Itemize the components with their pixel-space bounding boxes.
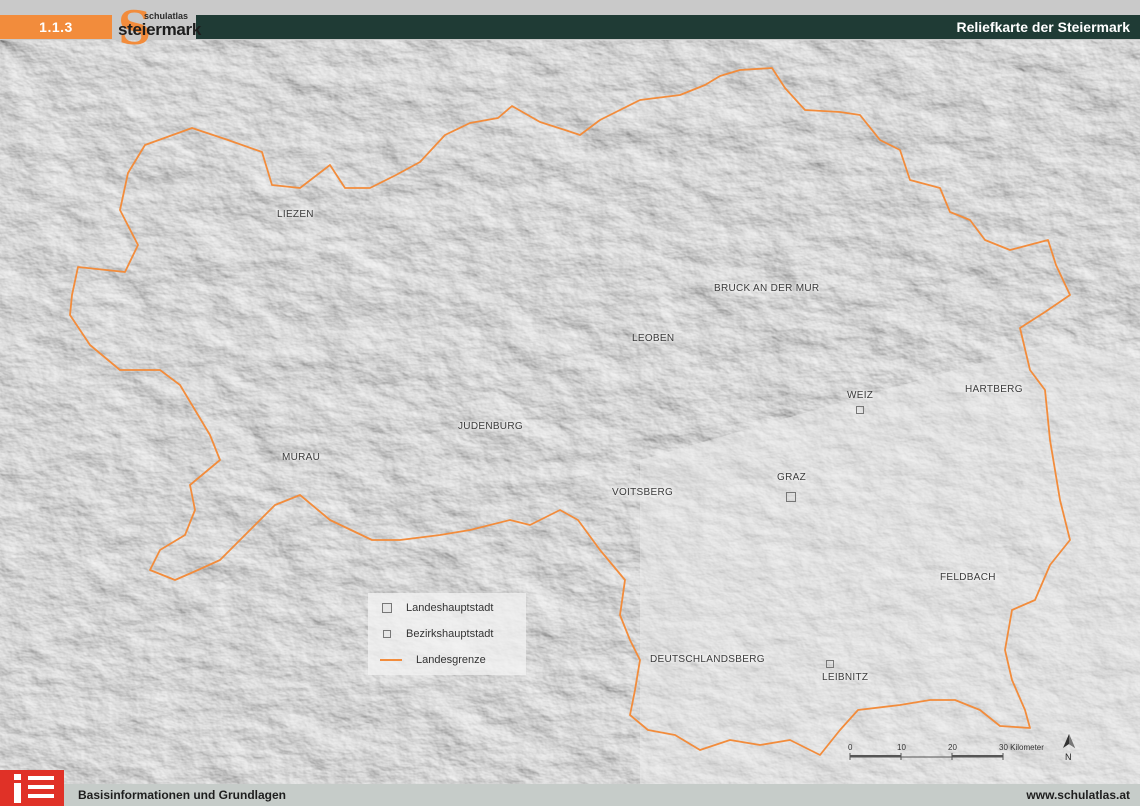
legend-row-border: Landesgrenze <box>380 651 486 669</box>
scale-tick-0: 0 <box>848 743 853 752</box>
city-leoben: LEOBEN <box>632 333 675 344</box>
city-leibnitz: LEIBNITZ <box>822 672 869 683</box>
city-voitsberg: VOITSBERG <box>612 487 674 498</box>
north-arrow-icon: N <box>1063 734 1075 762</box>
city-feldbach: FELDBACH <box>940 572 996 583</box>
map-legend: Landeshauptstadt Bezirkshauptstadt Lande… <box>368 593 526 675</box>
legend-row-district: Bezirkshauptstadt <box>382 625 493 643</box>
scale-tick-30: 30 Kilometer <box>999 743 1044 752</box>
relief-map <box>0 40 1140 784</box>
scale-tick-20: 20 <box>948 743 957 752</box>
district-marker-leibnitz <box>826 660 834 668</box>
capital-square-icon <box>382 603 392 613</box>
city-deutschlandsberg: DEUTSCHLANDSBERG <box>650 654 765 665</box>
page-title: Reliefkarte der Steiermark <box>956 19 1130 35</box>
schulatlas-logo: S schulatlas steiermark <box>114 4 201 52</box>
city-liezen: LIEZEN <box>277 209 314 220</box>
city-hartberg: HARTBERG <box>965 384 1023 395</box>
city-weiz: WEIZ <box>847 390 874 401</box>
footer-bar: Basisinformationen und Grundlagen www.sc… <box>0 784 1140 806</box>
information-icon <box>0 770 64 806</box>
footer-section-title: Basisinformationen und Grundlagen <box>78 788 287 802</box>
city-bruck-an-der-mur: BRUCK AN DER MUR <box>714 283 820 294</box>
capital-marker-graz <box>786 492 796 502</box>
city-graz: GRAZ <box>777 472 806 483</box>
district-square-icon <box>383 630 391 638</box>
logo-main-text: steiermark <box>118 20 202 39</box>
legend-label-capital: Landeshauptstadt <box>406 602 494 614</box>
scale-bar: 0 10 20 30 Kilometer <box>848 743 1044 760</box>
north-label: N <box>1065 752 1072 762</box>
footer-website-link[interactable]: www.schulatlas.at <box>1026 788 1130 802</box>
city-murau: MURAU <box>282 452 321 463</box>
title-bar: Reliefkarte der Steiermark <box>196 15 1140 39</box>
legend-label-border: Landesgrenze <box>416 654 486 666</box>
district-marker-weiz <box>856 406 864 414</box>
scale-tick-10: 10 <box>897 743 906 752</box>
border-line-icon <box>380 659 402 661</box>
chapter-number: 1.1.3 <box>0 15 112 39</box>
legend-row-capital: Landeshauptstadt <box>382 599 493 617</box>
city-judenburg: JUDENBURG <box>458 421 523 432</box>
legend-label-district: Bezirkshauptstadt <box>406 628 494 640</box>
map-page: LIEZEN BRUCK AN DER MUR LEOBEN WEIZ HART… <box>0 0 1140 806</box>
